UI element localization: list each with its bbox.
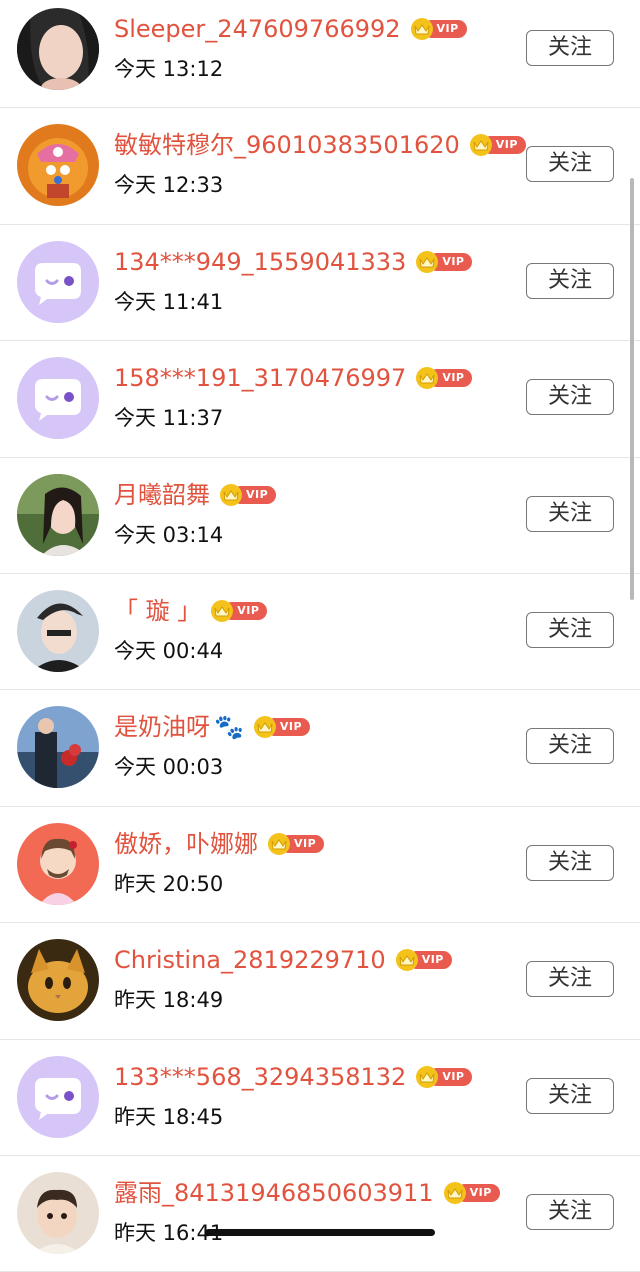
vip-badge: VIP <box>416 367 473 390</box>
follower-list: Sleeper_247609766992 VIP 今天 13:12 关注 敏敏特… <box>0 0 640 1272</box>
vip-badge: VIP <box>469 134 526 157</box>
default-chat-avatar-icon <box>17 357 99 440</box>
crown-icon <box>410 18 433 40</box>
paw-emoji: 🐾 <box>214 713 244 742</box>
avatar[interactable] <box>17 124 99 207</box>
user-name[interactable]: Sleeper_247609766992 <box>114 14 401 44</box>
default-chat-avatar-icon <box>17 1055 99 1138</box>
vip-badge: VIP <box>416 250 473 273</box>
list-item[interactable]: 158***191_3170476997 VIP 今天 11:37 关注 <box>0 341 640 458</box>
follow-button[interactable]: 关注 <box>526 379 614 416</box>
crown-icon <box>416 250 439 273</box>
avatar[interactable] <box>17 8 99 90</box>
scrollbar[interactable] <box>630 178 634 600</box>
vip-badge: VIP <box>443 1181 500 1204</box>
avatar[interactable] <box>17 473 99 556</box>
vip-badge: VIP <box>268 832 325 855</box>
follow-button[interactable]: 关注 <box>526 495 614 532</box>
list-item[interactable]: Sleeper_247609766992 VIP 今天 13:12 关注 <box>0 0 640 109</box>
user-name[interactable]: Christina_2819229710 <box>114 945 386 975</box>
timestamp: 今天 00:44 <box>114 638 224 663</box>
vip-badge: VIP <box>220 483 277 506</box>
user-name[interactable]: 158***191_3170476997 <box>114 363 406 393</box>
avatar[interactable] <box>17 706 99 789</box>
follow-button[interactable]: 关注 <box>526 844 614 881</box>
vip-badge: VIP <box>253 716 311 739</box>
avatar[interactable] <box>17 1055 99 1138</box>
timestamp: 今天 12:33 <box>114 173 224 198</box>
user-name[interactable]: 露雨_84131946850603911 <box>114 1178 434 1208</box>
list-item[interactable]: 傲娇，卟娜娜 VIP 昨天 20:50 关注 <box>0 807 640 924</box>
home-indicator[interactable] <box>205 1229 435 1236</box>
user-name[interactable]: 敏敏特穆尔_96010383501620 <box>114 130 460 160</box>
follow-button[interactable]: 关注 <box>526 728 614 765</box>
crown-icon <box>395 949 418 972</box>
crown-icon <box>443 1181 466 1204</box>
timestamp: 昨天 18:45 <box>114 1104 224 1129</box>
list-item[interactable]: 敏敏特穆尔_96010383501620 VIP 今天 12:33 关注 <box>0 108 640 225</box>
follow-button[interactable]: 关注 <box>526 146 614 183</box>
follow-button[interactable]: 关注 <box>526 262 614 299</box>
list-item[interactable]: Christina_2819229710 VIP 昨天 18:49 关注 <box>0 923 640 1040</box>
timestamp: 今天 11:41 <box>114 289 224 314</box>
list-item[interactable]: 134***949_1559041333 VIP 今天 11:41 关注 <box>0 225 640 342</box>
timestamp: 今天 11:37 <box>114 406 224 431</box>
user-name[interactable]: 是奶油呀 <box>114 712 210 742</box>
default-chat-avatar-icon <box>17 240 99 323</box>
vip-badge: VIP <box>395 949 452 972</box>
avatar[interactable] <box>17 822 99 905</box>
follow-button[interactable]: 关注 <box>526 30 614 66</box>
list-item[interactable]: 是奶油呀 🐾 VIP 今天 00:03 关注 <box>0 690 640 807</box>
list-item[interactable]: 露雨_84131946850603911 VIP 昨天 16:41 关注 <box>0 1156 640 1272</box>
avatar[interactable] <box>17 1171 99 1254</box>
timestamp: 今天 13:12 <box>114 57 224 81</box>
timestamp: 今天 03:14 <box>114 522 224 547</box>
vip-badge: VIP <box>211 599 268 622</box>
vip-badge: VIP <box>416 1065 473 1088</box>
crown-icon <box>416 1065 439 1088</box>
follow-button[interactable]: 关注 <box>526 1077 614 1114</box>
follow-button[interactable]: 关注 <box>526 961 614 998</box>
crown-icon <box>220 483 242 506</box>
follow-button[interactable]: 关注 <box>526 1193 614 1230</box>
avatar[interactable] <box>17 589 99 672</box>
avatar[interactable] <box>17 939 99 1022</box>
timestamp: 今天 00:03 <box>114 755 224 780</box>
timestamp: 昨天 18:49 <box>114 988 224 1013</box>
user-name[interactable]: 「 璇 」 <box>114 596 201 626</box>
vip-badge: VIP <box>410 18 467 40</box>
user-name[interactable]: 133***568_3294358132 <box>114 1062 406 1092</box>
list-item[interactable]: 「 璇 」 VIP 今天 00:44 关注 <box>0 574 640 691</box>
timestamp: 昨天 20:50 <box>114 871 224 896</box>
user-name[interactable]: 134***949_1559041333 <box>114 247 406 277</box>
user-name[interactable]: 月曦韶舞 <box>114 480 210 510</box>
crown-icon <box>268 832 290 855</box>
user-name[interactable]: 傲娇，卟娜娜 <box>114 829 258 859</box>
list-item[interactable]: 月曦韶舞 VIP 今天 03:14 关注 <box>0 458 640 574</box>
follow-button[interactable]: 关注 <box>526 611 614 648</box>
avatar[interactable] <box>17 240 99 323</box>
avatar[interactable] <box>17 357 99 440</box>
list-item[interactable]: 133***568_3294358132 VIP 昨天 18:45 关注 <box>0 1040 640 1156</box>
